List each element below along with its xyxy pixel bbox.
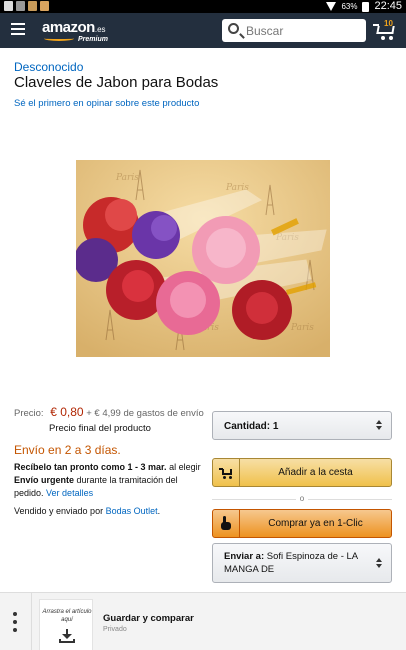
shipping-cost: + € 4,99 de gastos de envío xyxy=(86,408,204,419)
receive-dates: 1 - 3 mar. xyxy=(127,462,167,472)
final-price-note: Precio final del producto xyxy=(49,423,151,434)
receive-prefix: Recíbelo tan pronto como xyxy=(14,462,126,472)
more-options-icon[interactable] xyxy=(13,612,17,632)
first-review-link[interactable]: Sé el primero en opinar sobre este produ… xyxy=(14,98,199,109)
brand-link[interactable]: Desconocido xyxy=(14,60,83,74)
notification-icon xyxy=(16,1,25,11)
quantity-label: Cantidad: 1 xyxy=(224,421,278,432)
bottom-divider xyxy=(31,593,32,650)
hand-pointer-icon xyxy=(221,516,232,530)
status-bar: 63% 22:45 xyxy=(0,0,406,13)
ship-to-text: Enviar a: Sofi Espinoza de - LA MANGA DE xyxy=(224,550,370,576)
cart-icon-box xyxy=(213,459,240,486)
drag-hint: Arrastra el artículo aquí xyxy=(42,609,92,623)
logo-text: amazon xyxy=(42,19,95,36)
add-to-cart-label: Añadir a la cesta xyxy=(278,467,353,478)
product-image[interactable]: ParisParisParis ParisParisParis xyxy=(76,160,330,357)
search-box[interactable] xyxy=(222,19,366,42)
add-cart-icon xyxy=(219,467,233,479)
details-link[interactable]: Ver detalles xyxy=(46,488,93,498)
or-text: o xyxy=(296,494,308,503)
cart-button[interactable]: 10 xyxy=(373,19,397,41)
delivery-estimate: Envío en 2 a 3 días. xyxy=(14,443,121,457)
wifi-icon xyxy=(326,2,337,11)
quantity-label-text: Cantidad: xyxy=(224,421,271,432)
sold-by-prefix: Vendido y enviado por xyxy=(14,506,104,516)
bottom-bar: Arrastra el artículo aquí Guardar y comp… xyxy=(0,592,406,650)
svg-text:Paris: Paris xyxy=(115,173,139,183)
save-compare-subtitle: Privado xyxy=(103,626,127,633)
or-divider: o xyxy=(212,494,392,504)
logo-premium: Premium xyxy=(78,36,108,43)
notification-icons xyxy=(4,1,49,11)
search-input[interactable] xyxy=(246,22,360,39)
receive-mid: al elegir xyxy=(169,462,201,472)
price-line: Precio: € 0,80 + € 4,99 de gastos de env… xyxy=(14,405,204,419)
svg-text:Paris: Paris xyxy=(290,323,314,333)
logo-tld: .es xyxy=(94,25,106,34)
select-caret-icon xyxy=(376,420,382,432)
sold-by-suffix: . xyxy=(157,506,161,516)
download-icon xyxy=(59,629,75,643)
select-caret-icon xyxy=(376,558,382,570)
ship-to-select[interactable]: Enviar a: Sofi Espinoza de - LA MANGA DE xyxy=(212,543,392,583)
notification-icon xyxy=(28,1,37,11)
product-title: Claveles de Jabon para Bodas xyxy=(14,74,219,91)
save-compare-title: Guardar y comparar xyxy=(103,613,194,624)
buy-now-label: Comprar ya en 1-Clic xyxy=(268,518,363,529)
notification-icon xyxy=(40,1,49,11)
receive-info: Recíbelo tan pronto como 1 - 3 mar. al e… xyxy=(14,461,204,500)
menu-icon[interactable] xyxy=(11,23,25,36)
add-to-cart-button[interactable]: Añadir a la cesta xyxy=(212,458,392,487)
app-header: amazon.es Premium 10 xyxy=(0,13,406,48)
battery-percent: 63% xyxy=(341,2,358,11)
seller-link[interactable]: Bodas Outlet xyxy=(106,506,158,516)
amazon-logo[interactable]: amazon.es Premium xyxy=(42,19,108,43)
clock: 22:45 xyxy=(374,0,402,12)
hand-icon-box xyxy=(213,510,240,537)
receive-option: Envío urgente xyxy=(14,475,75,485)
sold-by: Vendido y enviado por Bodas Outlet. xyxy=(14,506,160,516)
quantity-value: 1 xyxy=(272,421,279,432)
logo-smile-icon xyxy=(44,36,74,41)
cart-count: 10 xyxy=(384,19,393,28)
ship-to-label: Enviar a: xyxy=(224,551,265,562)
price-label: Precio: xyxy=(14,408,44,419)
price-value: € 0,80 xyxy=(50,405,84,419)
buy-now-button[interactable]: Comprar ya en 1-Clic xyxy=(212,509,392,538)
drag-drop-target[interactable]: Arrastra el artículo aquí xyxy=(39,599,93,650)
battery-icon xyxy=(362,1,370,12)
search-icon xyxy=(228,23,239,34)
quantity-select[interactable]: Cantidad: 1 xyxy=(212,411,392,440)
notification-icon xyxy=(4,1,13,11)
